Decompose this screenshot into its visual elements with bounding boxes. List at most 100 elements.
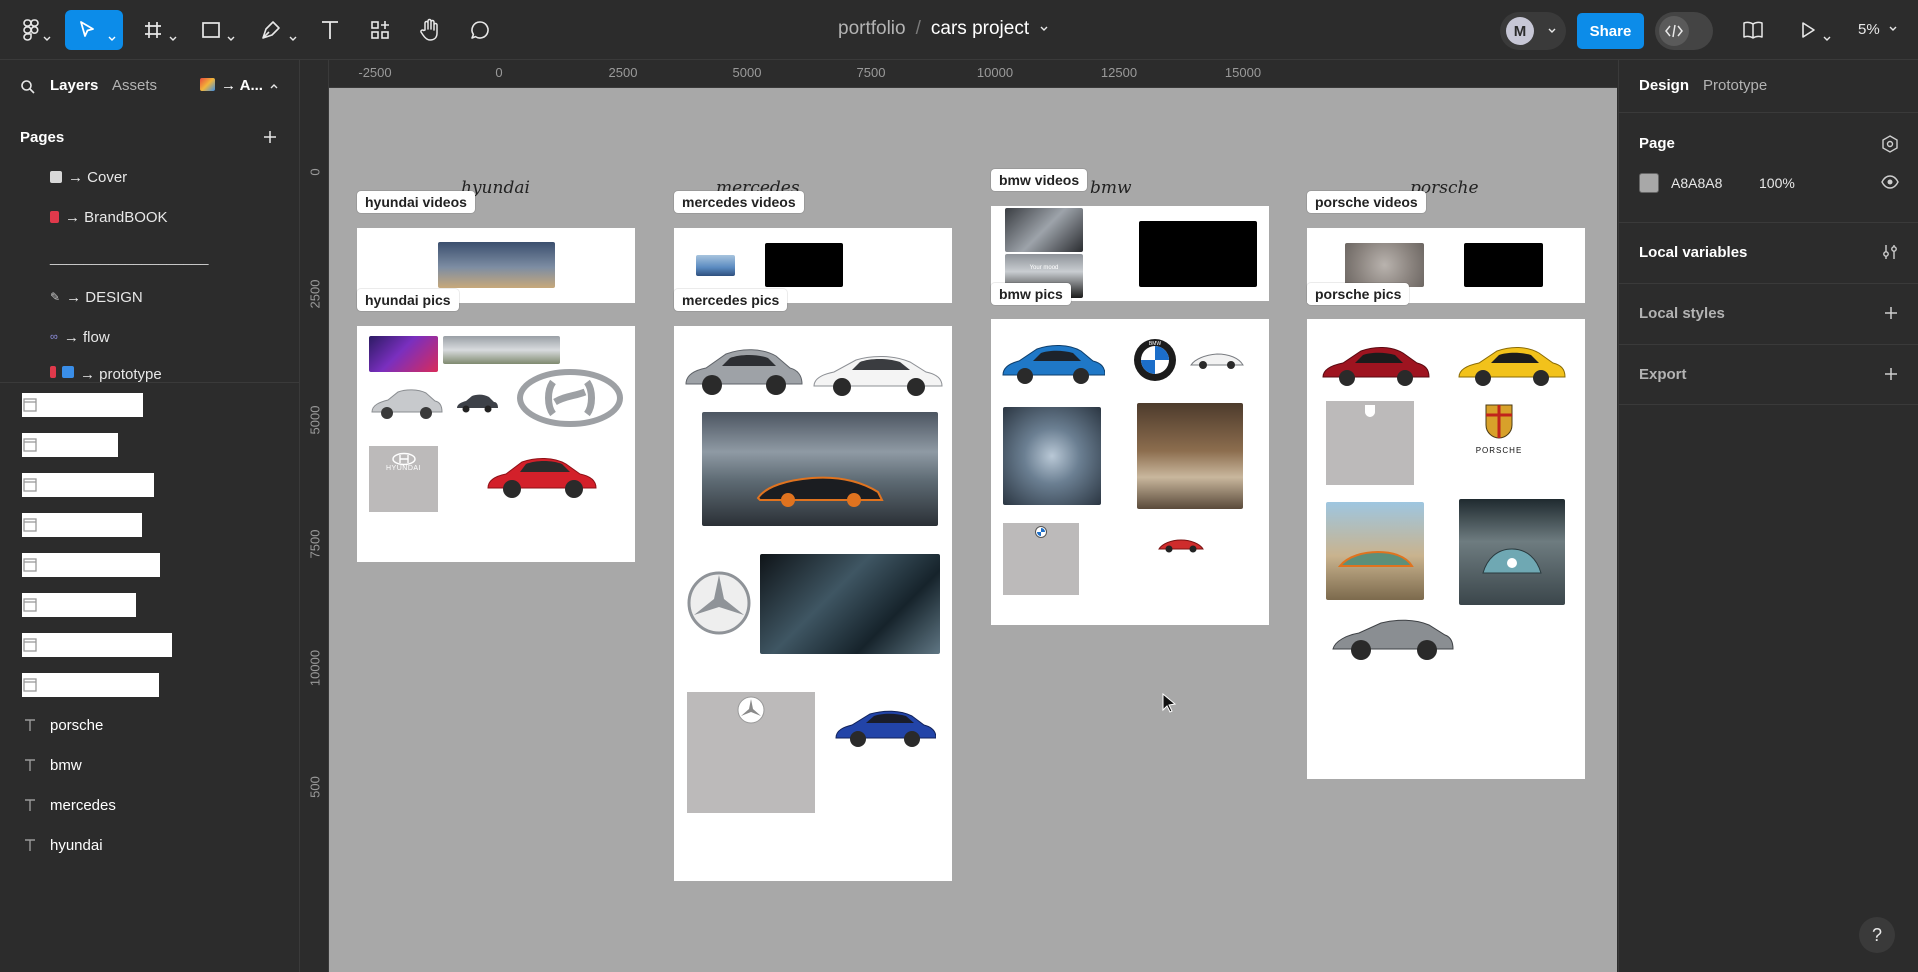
bmw-logo-placeholder[interactable] (1003, 523, 1079, 595)
mercedes-star-logo-image[interactable] (686, 570, 752, 636)
white-s-class-coupe-image[interactable] (810, 344, 946, 404)
eye-visibility-icon[interactable] (1881, 175, 1899, 189)
library-name[interactable]: → A... (221, 77, 263, 94)
frame-label-bmw-videos[interactable]: bmw videos (991, 169, 1088, 191)
video-thumbnail[interactable] (1005, 208, 1083, 252)
search-icon[interactable] (20, 79, 36, 95)
hand-tool-button[interactable] (414, 10, 446, 50)
concept-car-top-image[interactable] (1003, 407, 1101, 505)
layer-item[interactable]: mercedes videos (22, 633, 172, 657)
layer-item[interactable]: porsche (22, 713, 103, 737)
tab-design[interactable]: Design (1639, 77, 1689, 94)
layer-item[interactable]: bmw pics (22, 433, 119, 457)
tab-assets[interactable]: Assets (112, 77, 157, 94)
library-thumbnail-icon[interactable] (200, 78, 215, 91)
blue-c-class-coupe-image[interactable] (832, 700, 936, 754)
page-item-design[interactable]: ✎ → DESIGN (50, 286, 143, 308)
layer-item[interactable]: hyundai pics (22, 513, 142, 537)
page-item-divider[interactable]: ___________________ (50, 246, 209, 268)
chevron-down-icon[interactable] (1547, 26, 1557, 36)
concept-car-image[interactable] (702, 412, 938, 526)
file-breadcrumb[interactable]: portfolio / cars project (838, 18, 1049, 40)
yellow-cayman-image[interactable] (1455, 337, 1567, 393)
main-menu-button[interactable] (14, 10, 51, 50)
hyundai-brand-placeholder[interactable]: HYUNDAI (369, 446, 438, 512)
present-button[interactable] (1794, 10, 1834, 50)
page-item-prototype[interactable]: → prototype (50, 366, 162, 382)
variables-sliders-icon[interactable] (1881, 243, 1899, 261)
video-thumbnail-black[interactable] (765, 243, 843, 287)
video-thumbnail[interactable] (696, 255, 735, 276)
dev-mode-toggle[interactable] (1655, 12, 1713, 50)
video-thumbnail[interactable] (1345, 243, 1424, 287)
hexagon-settings-icon[interactable] (1881, 135, 1899, 153)
video-thumbnail-black[interactable] (1139, 221, 1257, 287)
tab-layers[interactable]: Layers (50, 77, 98, 94)
avatar[interactable]: M (1506, 17, 1534, 45)
red-i8-image[interactable] (1157, 532, 1205, 556)
resources-tool-button[interactable] (364, 10, 396, 50)
move-tool-button[interactable] (65, 10, 123, 50)
pages-layers-divider[interactable] (0, 382, 300, 383)
porsche-crest-logo-image[interactable]: PORSCHE (1459, 403, 1539, 459)
silver-sedan-image[interactable] (369, 382, 443, 424)
page-color-opacity[interactable]: 100% (1759, 175, 1795, 191)
car-interior-image[interactable] (369, 336, 438, 372)
frame-tool-button[interactable] (138, 10, 180, 50)
add-style-plus-icon[interactable] (1883, 305, 1899, 321)
frame-label-mercedes-pics[interactable]: mercedes pics (674, 289, 788, 311)
vintage-racer-image[interactable] (1326, 502, 1424, 600)
add-page-plus-icon[interactable] (262, 129, 278, 145)
share-button[interactable]: Share (1577, 13, 1644, 49)
add-export-plus-icon[interactable] (1883, 366, 1899, 382)
text-tool-button[interactable] (314, 10, 346, 50)
blue-m2-image[interactable] (999, 335, 1105, 391)
frame-hyundai-pics[interactable]: HYUNDAI (357, 326, 635, 562)
library-book-button[interactable] (1737, 10, 1769, 50)
frame-bmw-pics[interactable]: BMW (991, 319, 1269, 625)
vintage-street-image[interactable] (1137, 403, 1243, 509)
frame-porsche-pics[interactable]: PORSCHE (1307, 319, 1585, 779)
help-button[interactable]: ? (1859, 917, 1895, 953)
chevron-down-icon[interactable] (1039, 24, 1049, 34)
layer-item[interactable]: porsche videos (22, 553, 161, 577)
car-street-image[interactable] (443, 336, 560, 364)
text-bmw[interactable]: bmw (1090, 178, 1132, 198)
porsche-logo-placeholder[interactable] (1326, 401, 1414, 485)
frame-label-mercedes-videos[interactable]: mercedes videos (674, 191, 804, 213)
breadcrumb-project[interactable]: portfolio (838, 18, 906, 40)
layer-item[interactable]: bmw (22, 753, 82, 777)
layer-item[interactable]: bmw videos (22, 593, 136, 617)
bmw-roundel-logo-image[interactable]: BMW (1132, 337, 1178, 383)
breadcrumb-file-name[interactable]: cars project (931, 18, 1029, 40)
frame-label-porsche-videos[interactable]: porsche videos (1307, 191, 1426, 213)
video-thumbnail[interactable] (438, 242, 555, 288)
page-color-hex[interactable]: A8A8A8 (1671, 175, 1722, 191)
local-variables-title[interactable]: Local variables (1639, 244, 1747, 261)
chevron-up-icon[interactable] (269, 81, 279, 91)
layer-item[interactable]: mercedes pics (22, 473, 155, 497)
layer-item[interactable]: mercedes (22, 793, 116, 817)
silver-amg-gt-image[interactable] (682, 338, 804, 402)
red-coupe-image[interactable] (484, 446, 600, 504)
frame-label-porsche-pics[interactable]: porsche pics (1307, 283, 1410, 305)
frame-mercedes-pics[interactable] (674, 326, 952, 881)
page-item-cover[interactable]: → Cover (50, 166, 127, 188)
mercedes-logo-placeholder[interactable] (687, 692, 815, 813)
pen-tool-button[interactable] (256, 10, 298, 50)
zoom-level[interactable]: 5% (1858, 21, 1898, 38)
page-color-swatch[interactable] (1639, 173, 1659, 193)
silver-918-spyder-image[interactable] (1329, 609, 1457, 665)
frame-label-hyundai-videos[interactable]: hyundai videos (357, 191, 475, 213)
layer-item[interactable]: hyundai (22, 833, 103, 857)
garage-racer-image[interactable] (1459, 499, 1565, 605)
hyundai-logo-image[interactable] (517, 368, 623, 428)
frame-label-bmw-pics[interactable]: bmw pics (991, 283, 1071, 305)
video-thumbnail-black[interactable] (1464, 243, 1543, 287)
layer-item[interactable]: hyundai videos (22, 673, 160, 697)
red-911-image[interactable] (1319, 337, 1431, 393)
page-item-flow[interactable]: ∞ → flow (50, 326, 110, 348)
frame-label-hyundai-pics[interactable]: hyundai pics (357, 289, 459, 311)
design-canvas[interactable]: -2500 0 2500 5000 7500 10000 12500 15000 0 2500 5… (301, 60, 1617, 972)
tab-prototype[interactable]: Prototype (1703, 77, 1767, 94)
